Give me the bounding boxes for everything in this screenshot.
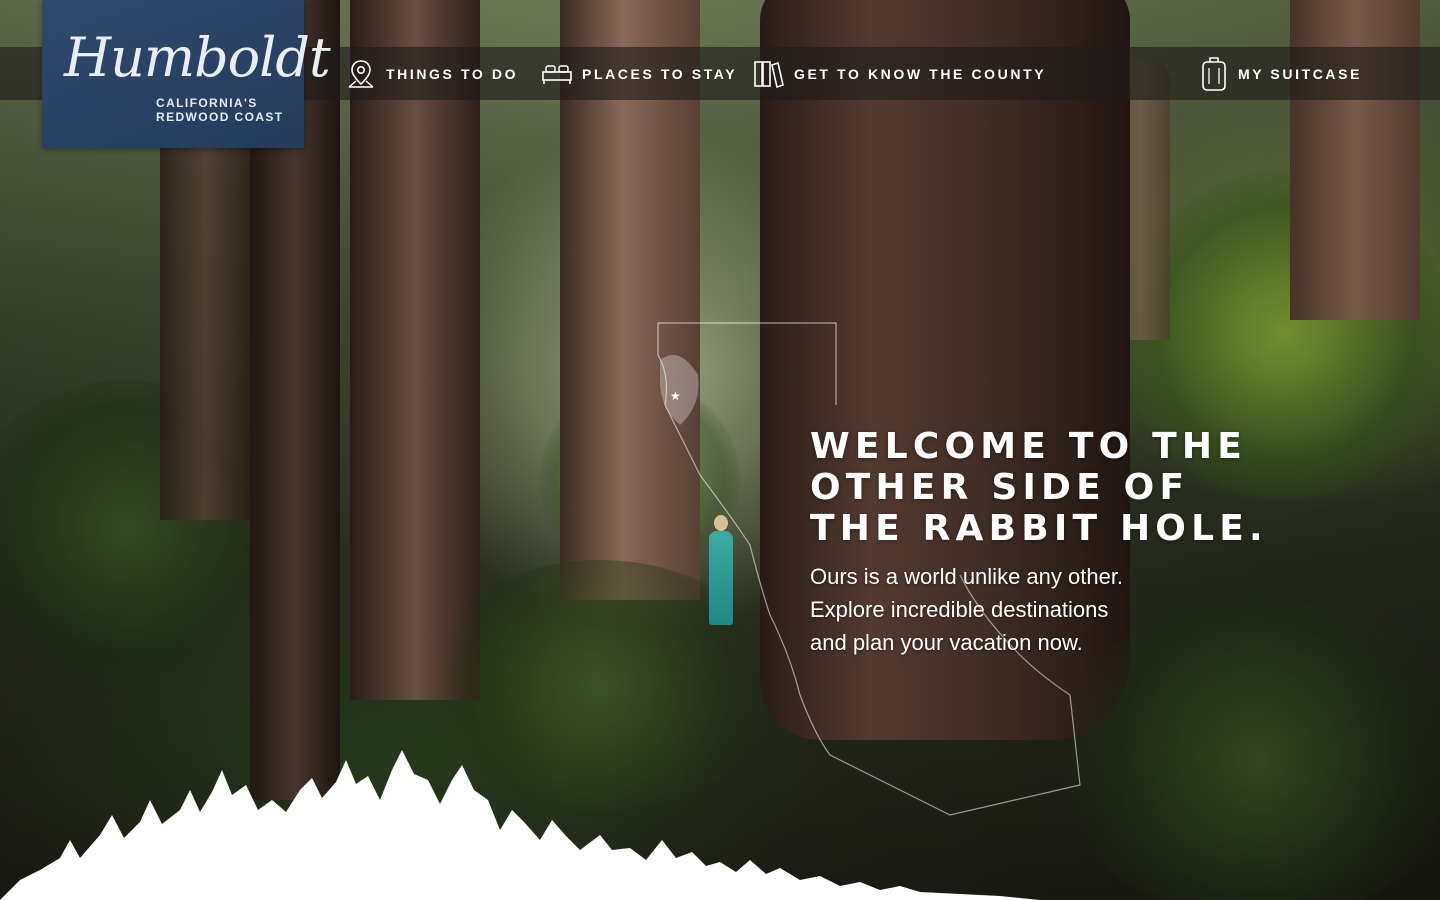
nav-label: GET TO KNOW THE COUNTY bbox=[794, 65, 1047, 82]
hero-subtext: Ours is a world unlike any other. Explor… bbox=[810, 560, 1230, 659]
logo-tagline: CALIFORNIA'S REDWOOD COAST bbox=[156, 96, 296, 124]
logo-line-2: REDWOOD COAST bbox=[156, 110, 284, 124]
nav-label: MY SUITCASE bbox=[1238, 65, 1363, 82]
nav-label: THINGS TO DO bbox=[386, 65, 519, 82]
subtext-line: and plan your vacation now. bbox=[810, 630, 1083, 655]
logo-script-text: Humboldt bbox=[64, 26, 331, 89]
nav-places-to-stay[interactable]: PLACES TO STAY bbox=[540, 47, 737, 100]
bed-icon bbox=[542, 64, 572, 84]
headline-line: WELCOME TO THE bbox=[810, 426, 1247, 467]
nav-things-to-do[interactable]: THINGS TO DO bbox=[344, 47, 518, 100]
map-pin-icon bbox=[348, 59, 374, 88]
suitcase-icon bbox=[1202, 56, 1226, 91]
nav-get-to-know-the-county[interactable]: GET TO KNOW THE COUNTY bbox=[752, 47, 1046, 100]
logo-line-1: CALIFORNIA'S bbox=[156, 96, 258, 110]
nav-label: PLACES TO STAY bbox=[582, 65, 738, 82]
subtext-line: Ours is a world unlike any other. bbox=[810, 564, 1124, 589]
headline-line: THE RABBIT HOLE. bbox=[810, 508, 1268, 549]
hero-headline: WELCOME TO THE OTHER SIDE OF THE RABBIT … bbox=[810, 426, 1370, 549]
headline-line: OTHER SIDE OF bbox=[810, 467, 1190, 508]
humboldt-logo[interactable]: Humboldt CALIFORNIA'S REDWOOD COAST bbox=[42, 0, 331, 148]
subtext-line: Explore incredible destinations bbox=[810, 597, 1109, 622]
tree-silhouette bbox=[0, 750, 1040, 900]
nav-my-suitcase[interactable]: MY SUITCASE bbox=[1200, 47, 1362, 100]
books-icon bbox=[754, 60, 784, 88]
